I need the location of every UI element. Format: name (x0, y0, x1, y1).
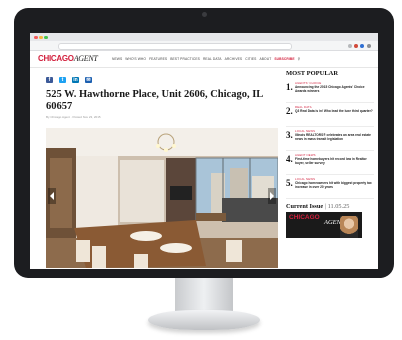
nav-item[interactable]: ARCHIVES (225, 57, 243, 61)
list-item[interactable]: 1. AGENTS' CHOICE Announcing the 2015 Chic… (286, 79, 374, 103)
article-title: 525 W. Hawthorne Place, Unit 2606, Chica… (46, 89, 263, 112)
address-bar[interactable] (58, 43, 292, 50)
magazine-cover[interactable]: CHICAGO AGENT (286, 212, 362, 238)
list-item-number: 5. (286, 178, 293, 188)
nav-item[interactable]: CITIES (245, 57, 256, 61)
list-item[interactable]: 2. REAL DATA Q3 Real Data is in! Who lead … (286, 103, 374, 127)
list-item-headline[interactable]: Announcing the 2015 Chicago Agents' Choi… (295, 85, 373, 93)
logo-secondary: AGENT (73, 54, 98, 63)
listing-photo[interactable] (46, 128, 278, 268)
list-item-headline[interactable]: Q3 Real Data is in! Who lead the luxe th… (295, 109, 373, 113)
extension-icon[interactable] (360, 44, 364, 48)
window-minimize-icon[interactable] (39, 35, 43, 39)
most-popular-list: 1. AGENTS' CHOICE Announcing the 2015 Chic… (286, 79, 374, 199)
list-item-number: 3. (286, 130, 293, 140)
monitor: CHICAGOAGENT NEWS WHO'S WHO FEATURES BEST P… (14, 8, 394, 278)
linkedin-icon[interactable]: in (72, 77, 79, 83)
nav-item[interactable]: BEST PRACTICES (170, 57, 200, 61)
nav-item[interactable]: WHO'S WHO (125, 57, 146, 61)
search-icon[interactable]: ⚲ (298, 57, 301, 61)
window-maximize-icon[interactable] (44, 35, 48, 39)
current-issue-label: Current Issue (286, 203, 324, 210)
nav-item[interactable]: ABOUT (259, 57, 271, 61)
nav-item[interactable]: SUBSCRIBE (274, 57, 294, 61)
list-item[interactable]: 4. AGENT NEWS First-time homebuyers hit re… (286, 151, 374, 175)
nav-item[interactable]: FEATURES (149, 57, 167, 61)
window-close-icon[interactable] (34, 35, 38, 39)
list-item-number: 4. (286, 154, 293, 164)
list-item-headline[interactable]: First-time homebuyers hit record low in … (295, 157, 373, 165)
monitor-stand-base (148, 310, 260, 330)
share-bar: f t in ✉ (46, 77, 92, 83)
current-issue-heading: Current Issue | 11.05.25 (286, 203, 374, 210)
monitor-stand-neck (175, 278, 233, 314)
cover-masthead: CHICAGO (289, 214, 320, 221)
site-header: CHICAGOAGENT NEWS WHO'S WHO FEATURES BEST P… (30, 51, 378, 68)
extension-icon[interactable] (348, 44, 352, 48)
webcam (202, 12, 207, 17)
list-item-number: 2. (286, 106, 293, 116)
most-popular-heading: MOST POPULAR (286, 70, 339, 77)
extension-icon[interactable] (354, 44, 358, 48)
list-item[interactable]: 3. LOCAL NEWS Illinois REALTORS® celebrate… (286, 127, 374, 151)
sidebar: MOST POPULAR 1. AGENTS' CHOICE Announcing … (286, 70, 374, 238)
list-item-headline[interactable]: Chicago homeowners hit with biggest prop… (295, 181, 373, 189)
site-logo[interactable]: CHICAGOAGENT (38, 54, 98, 63)
email-icon[interactable]: ✉ (85, 77, 92, 83)
facebook-icon[interactable]: f (46, 77, 53, 83)
logo-primary: CHICAGO (38, 54, 74, 63)
browser-tab-bar (30, 33, 378, 41)
nav-item[interactable]: REAL DATA (203, 57, 222, 61)
browser-toolbar (30, 41, 378, 51)
list-item[interactable]: 5. LOCAL NEWS Chicago homeowners hit with … (286, 175, 374, 199)
twitter-icon[interactable]: t (59, 77, 66, 83)
menu-icon[interactable] (367, 44, 371, 48)
list-item-headline[interactable]: Illinois REALTORS® celebrates an area re… (295, 133, 373, 141)
nav-item[interactable]: NEWS (112, 57, 122, 61)
browser-screen: CHICAGOAGENT NEWS WHO'S WHO FEATURES BEST P… (30, 33, 378, 269)
current-issue-date: 11.05.25 (327, 203, 350, 210)
list-item-number: 1. (286, 82, 293, 92)
cover-portrait (340, 216, 358, 238)
main-nav: NEWS WHO'S WHO FEATURES BEST PRACTICES REAL … (112, 57, 300, 61)
article-byline: By Chicago Agent · Posted Nov 23, 2015 (46, 115, 101, 119)
current-issue-separator: | (324, 203, 326, 210)
